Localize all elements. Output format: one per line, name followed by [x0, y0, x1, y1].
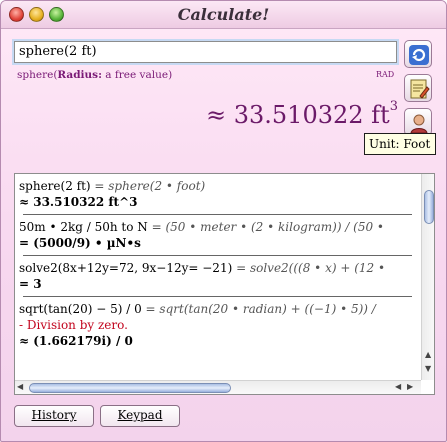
tab-history[interactable]: History [14, 405, 94, 427]
history-divider [23, 255, 412, 256]
history-input: 50m • 2kg / 50h to N [19, 220, 148, 234]
history-error: - Division by zero. [19, 318, 128, 332]
history-result: = (5000/9) • µN•s [19, 236, 141, 250]
history-entry[interactable]: solve2(8x+12y=72, 9x−12y= −21) = solve2(… [15, 260, 420, 297]
horizontal-scrollbar[interactable]: ◀ ◀ ▶ [15, 380, 421, 394]
user-button[interactable] [404, 108, 432, 136]
expression-input[interactable]: sphere(2 ft) [14, 41, 397, 63]
vertical-scrollbar[interactable]: ▲ ▼ [421, 174, 434, 380]
hint-argument-label: Radius: [57, 69, 102, 81]
scroll-right-arrow-icon[interactable]: ▶ [407, 382, 413, 391]
history-parsed: = sqrt(tan(20 • radian) + ((−1) • 5)) / [141, 302, 376, 316]
history-entry-expression: sphere(2 ft) = sphere(2 • foot) [19, 178, 420, 194]
scroll-left-arrow-icon[interactable]: ◀ [395, 382, 401, 391]
history-result: = 3 [19, 277, 42, 291]
result-display: ≈ 33.510322 ft3 [206, 99, 398, 129]
vertical-scroll-thumb[interactable] [424, 190, 434, 224]
evaluate-icon [409, 45, 429, 65]
history-input: sphere(2 ft) [19, 179, 91, 193]
evaluate-button[interactable] [404, 40, 432, 68]
history-divider [23, 296, 412, 297]
scroll-up-arrow-icon[interactable]: ▲ [425, 350, 431, 359]
history-parsed: = sphere(2 • foot) [90, 179, 206, 193]
horizontal-scroll-thumb[interactable] [29, 383, 231, 393]
result-exponent: 3 [389, 99, 398, 114]
function-hint: sphere(Radius: a free value) [17, 69, 172, 81]
notepad-icon [410, 79, 430, 99]
angle-mode-indicator[interactable]: RAD [376, 70, 394, 79]
history-input: solve2(8x+12y=72, 9x−12y= −21) [19, 261, 233, 275]
title-bar: Calculate! [1, 1, 446, 29]
history-input: sqrt(tan(20) − 5) / 0 [19, 302, 142, 316]
notepad-button[interactable] [404, 74, 432, 102]
unit-tooltip: Unit: Foot [364, 133, 436, 155]
hint-argument-description: a free value) [101, 69, 173, 81]
history-parsed: = solve2(((8 • x) + (12 • [232, 261, 386, 275]
history-entry-expression: 50m • 2kg / 50h to N = (50 • meter • (2 … [19, 219, 420, 235]
history-entry-expression: solve2(8x+12y=72, 9x−12y= −21) = solve2(… [19, 260, 420, 276]
calculator-window: Calculate! sphere(2 ft) sphere(Radius: a… [0, 0, 447, 442]
window-title: Calculate! [177, 5, 270, 24]
history-list: sphere(2 ft) = sphere(2 • foot) ≈ 33.510… [15, 174, 420, 376]
history-result: ≈ 33.510322 ft^3 [19, 195, 138, 209]
user-icon [410, 114, 428, 134]
history-entry-expression: sqrt(tan(20) − 5) / 0 = sqrt(tan(20 • ra… [19, 301, 420, 317]
history-parsed: = (50 • meter • (2 • kilogram)) / (50 • [147, 220, 385, 234]
scroll-left-arrow-icon[interactable]: ◀ [17, 382, 23, 391]
history-entry[interactable]: sphere(2 ft) = sphere(2 • foot) ≈ 33.510… [15, 174, 420, 215]
tab-keypad[interactable]: Keypad [100, 405, 180, 427]
hint-function: sphere( [17, 69, 58, 81]
history-result: ≈ (1.662179i) / 0 [19, 334, 133, 348]
history-panel: sphere(2 ft) = sphere(2 • foot) ≈ 33.510… [14, 173, 435, 395]
history-entry[interactable]: sqrt(tan(20) − 5) / 0 = sqrt(tan(20 • ra… [15, 301, 420, 349]
result-value: ≈ 33.510322 ft [206, 101, 390, 129]
history-divider [23, 214, 412, 215]
history-entry[interactable]: 50m • 2kg / 50h to N = (50 • meter • (2 … [15, 219, 420, 256]
scroll-down-arrow-icon[interactable]: ▼ [425, 364, 431, 373]
